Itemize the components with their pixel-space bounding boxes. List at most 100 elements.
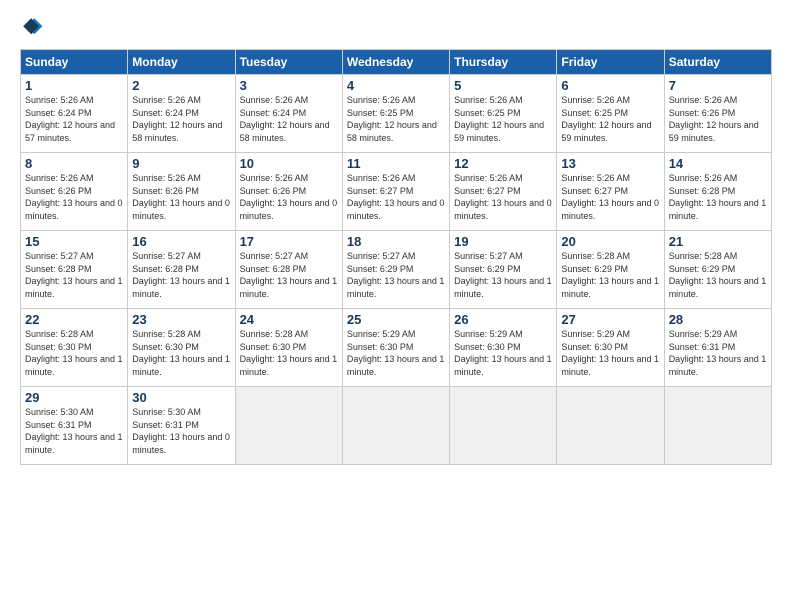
day-number: 17 xyxy=(240,234,338,249)
day-number: 8 xyxy=(25,156,123,171)
day-number: 7 xyxy=(669,78,767,93)
calendar-body: 1Sunrise: 5:26 AM Sunset: 6:24 PM Daylig… xyxy=(21,75,772,465)
calendar-header-row: SundayMondayTuesdayWednesdayThursdayFrid… xyxy=(21,50,772,75)
calendar-col-header: Monday xyxy=(128,50,235,75)
day-number: 1 xyxy=(25,78,123,93)
day-number: 20 xyxy=(561,234,659,249)
calendar-day-cell: 21Sunrise: 5:28 AM Sunset: 6:29 PM Dayli… xyxy=(664,231,771,309)
calendar-col-header: Sunday xyxy=(21,50,128,75)
day-detail: Sunrise: 5:26 AM Sunset: 6:26 PM Dayligh… xyxy=(669,94,767,144)
calendar-day-cell: 12Sunrise: 5:26 AM Sunset: 6:27 PM Dayli… xyxy=(450,153,557,231)
calendar-week-row: 1Sunrise: 5:26 AM Sunset: 6:24 PM Daylig… xyxy=(21,75,772,153)
calendar-day-cell: 30Sunrise: 5:30 AM Sunset: 6:31 PM Dayli… xyxy=(128,387,235,465)
calendar-week-row: 22Sunrise: 5:28 AM Sunset: 6:30 PM Dayli… xyxy=(21,309,772,387)
calendar-day-cell: 6Sunrise: 5:26 AM Sunset: 6:25 PM Daylig… xyxy=(557,75,664,153)
calendar-day-cell: 18Sunrise: 5:27 AM Sunset: 6:29 PM Dayli… xyxy=(342,231,449,309)
day-number: 29 xyxy=(25,390,123,405)
calendar-day-cell xyxy=(664,387,771,465)
day-number: 24 xyxy=(240,312,338,327)
calendar-day-cell xyxy=(342,387,449,465)
page: SundayMondayTuesdayWednesdayThursdayFrid… xyxy=(0,0,792,612)
day-detail: Sunrise: 5:30 AM Sunset: 6:31 PM Dayligh… xyxy=(132,406,230,456)
day-detail: Sunrise: 5:26 AM Sunset: 6:26 PM Dayligh… xyxy=(25,172,123,222)
calendar-day-cell: 25Sunrise: 5:29 AM Sunset: 6:30 PM Dayli… xyxy=(342,309,449,387)
day-number: 9 xyxy=(132,156,230,171)
calendar-day-cell: 24Sunrise: 5:28 AM Sunset: 6:30 PM Dayli… xyxy=(235,309,342,387)
logo-icon xyxy=(20,15,44,39)
day-detail: Sunrise: 5:29 AM Sunset: 6:30 PM Dayligh… xyxy=(454,328,552,378)
calendar-day-cell: 7Sunrise: 5:26 AM Sunset: 6:26 PM Daylig… xyxy=(664,75,771,153)
day-detail: Sunrise: 5:27 AM Sunset: 6:28 PM Dayligh… xyxy=(25,250,123,300)
calendar-day-cell: 20Sunrise: 5:28 AM Sunset: 6:29 PM Dayli… xyxy=(557,231,664,309)
day-detail: Sunrise: 5:27 AM Sunset: 6:29 PM Dayligh… xyxy=(454,250,552,300)
day-number: 12 xyxy=(454,156,552,171)
calendar-day-cell: 8Sunrise: 5:26 AM Sunset: 6:26 PM Daylig… xyxy=(21,153,128,231)
day-number: 6 xyxy=(561,78,659,93)
calendar-day-cell: 17Sunrise: 5:27 AM Sunset: 6:28 PM Dayli… xyxy=(235,231,342,309)
day-number: 27 xyxy=(561,312,659,327)
day-detail: Sunrise: 5:28 AM Sunset: 6:29 PM Dayligh… xyxy=(669,250,767,300)
calendar-day-cell: 15Sunrise: 5:27 AM Sunset: 6:28 PM Dayli… xyxy=(21,231,128,309)
calendar-day-cell: 4Sunrise: 5:26 AM Sunset: 6:25 PM Daylig… xyxy=(342,75,449,153)
calendar-day-cell: 5Sunrise: 5:26 AM Sunset: 6:25 PM Daylig… xyxy=(450,75,557,153)
day-detail: Sunrise: 5:26 AM Sunset: 6:25 PM Dayligh… xyxy=(561,94,659,144)
calendar-col-header: Saturday xyxy=(664,50,771,75)
day-number: 30 xyxy=(132,390,230,405)
calendar-col-header: Friday xyxy=(557,50,664,75)
header xyxy=(20,15,772,39)
day-detail: Sunrise: 5:26 AM Sunset: 6:27 PM Dayligh… xyxy=(561,172,659,222)
day-detail: Sunrise: 5:26 AM Sunset: 6:24 PM Dayligh… xyxy=(25,94,123,144)
day-detail: Sunrise: 5:29 AM Sunset: 6:30 PM Dayligh… xyxy=(561,328,659,378)
day-detail: Sunrise: 5:26 AM Sunset: 6:24 PM Dayligh… xyxy=(240,94,338,144)
calendar-day-cell: 3Sunrise: 5:26 AM Sunset: 6:24 PM Daylig… xyxy=(235,75,342,153)
day-detail: Sunrise: 5:26 AM Sunset: 6:26 PM Dayligh… xyxy=(132,172,230,222)
day-number: 15 xyxy=(25,234,123,249)
calendar-day-cell: 22Sunrise: 5:28 AM Sunset: 6:30 PM Dayli… xyxy=(21,309,128,387)
calendar-day-cell: 2Sunrise: 5:26 AM Sunset: 6:24 PM Daylig… xyxy=(128,75,235,153)
day-number: 2 xyxy=(132,78,230,93)
calendar-day-cell: 16Sunrise: 5:27 AM Sunset: 6:28 PM Dayli… xyxy=(128,231,235,309)
day-detail: Sunrise: 5:26 AM Sunset: 6:28 PM Dayligh… xyxy=(669,172,767,222)
day-detail: Sunrise: 5:26 AM Sunset: 6:24 PM Dayligh… xyxy=(132,94,230,144)
calendar-col-header: Tuesday xyxy=(235,50,342,75)
day-number: 3 xyxy=(240,78,338,93)
day-detail: Sunrise: 5:28 AM Sunset: 6:30 PM Dayligh… xyxy=(25,328,123,378)
day-detail: Sunrise: 5:26 AM Sunset: 6:27 PM Dayligh… xyxy=(347,172,445,222)
day-number: 18 xyxy=(347,234,445,249)
day-detail: Sunrise: 5:26 AM Sunset: 6:25 PM Dayligh… xyxy=(347,94,445,144)
day-detail: Sunrise: 5:28 AM Sunset: 6:29 PM Dayligh… xyxy=(561,250,659,300)
day-number: 13 xyxy=(561,156,659,171)
calendar-week-row: 29 Sunrise: 5:30 AM Sunset: 6:31 PM Dayli… xyxy=(21,387,772,465)
calendar-week-row: 8Sunrise: 5:26 AM Sunset: 6:26 PM Daylig… xyxy=(21,153,772,231)
calendar-day-cell: 10Sunrise: 5:26 AM Sunset: 6:26 PM Dayli… xyxy=(235,153,342,231)
day-detail: Sunrise: 5:28 AM Sunset: 6:30 PM Dayligh… xyxy=(240,328,338,378)
day-number: 22 xyxy=(25,312,123,327)
day-number: 19 xyxy=(454,234,552,249)
day-detail: Sunrise: 5:29 AM Sunset: 6:31 PM Dayligh… xyxy=(669,328,767,378)
day-number: 21 xyxy=(669,234,767,249)
day-number: 10 xyxy=(240,156,338,171)
day-number: 14 xyxy=(669,156,767,171)
calendar-day-cell: 27Sunrise: 5:29 AM Sunset: 6:30 PM Dayli… xyxy=(557,309,664,387)
calendar-day-cell: 23Sunrise: 5:28 AM Sunset: 6:30 PM Dayli… xyxy=(128,309,235,387)
calendar-col-header: Thursday xyxy=(450,50,557,75)
day-number: 4 xyxy=(347,78,445,93)
day-number: 28 xyxy=(669,312,767,327)
calendar-week-row: 15Sunrise: 5:27 AM Sunset: 6:28 PM Dayli… xyxy=(21,231,772,309)
calendar-day-cell: 9Sunrise: 5:26 AM Sunset: 6:26 PM Daylig… xyxy=(128,153,235,231)
day-number: 5 xyxy=(454,78,552,93)
calendar-day-cell: 14Sunrise: 5:26 AM Sunset: 6:28 PM Dayli… xyxy=(664,153,771,231)
calendar-day-cell xyxy=(450,387,557,465)
calendar-day-cell xyxy=(235,387,342,465)
day-detail: Sunrise: 5:27 AM Sunset: 6:28 PM Dayligh… xyxy=(132,250,230,300)
calendar-day-cell: 29Sunrise: 5:30 AM Sunset: 6:31 PM Dayli… xyxy=(21,387,128,465)
day-detail: Sunrise: 5:27 AM Sunset: 6:28 PM Dayligh… xyxy=(240,250,338,300)
day-detail: Sunrise: 5:26 AM Sunset: 6:27 PM Dayligh… xyxy=(454,172,552,222)
logo xyxy=(20,15,48,39)
calendar-day-cell: 28Sunrise: 5:29 AM Sunset: 6:31 PM Dayli… xyxy=(664,309,771,387)
calendar-day-cell xyxy=(557,387,664,465)
day-number: 26 xyxy=(454,312,552,327)
calendar-day-cell: 26Sunrise: 5:29 AM Sunset: 6:30 PM Dayli… xyxy=(450,309,557,387)
calendar-day-cell: 1Sunrise: 5:26 AM Sunset: 6:24 PM Daylig… xyxy=(21,75,128,153)
day-detail: Sunrise: 5:26 AM Sunset: 6:25 PM Dayligh… xyxy=(454,94,552,144)
